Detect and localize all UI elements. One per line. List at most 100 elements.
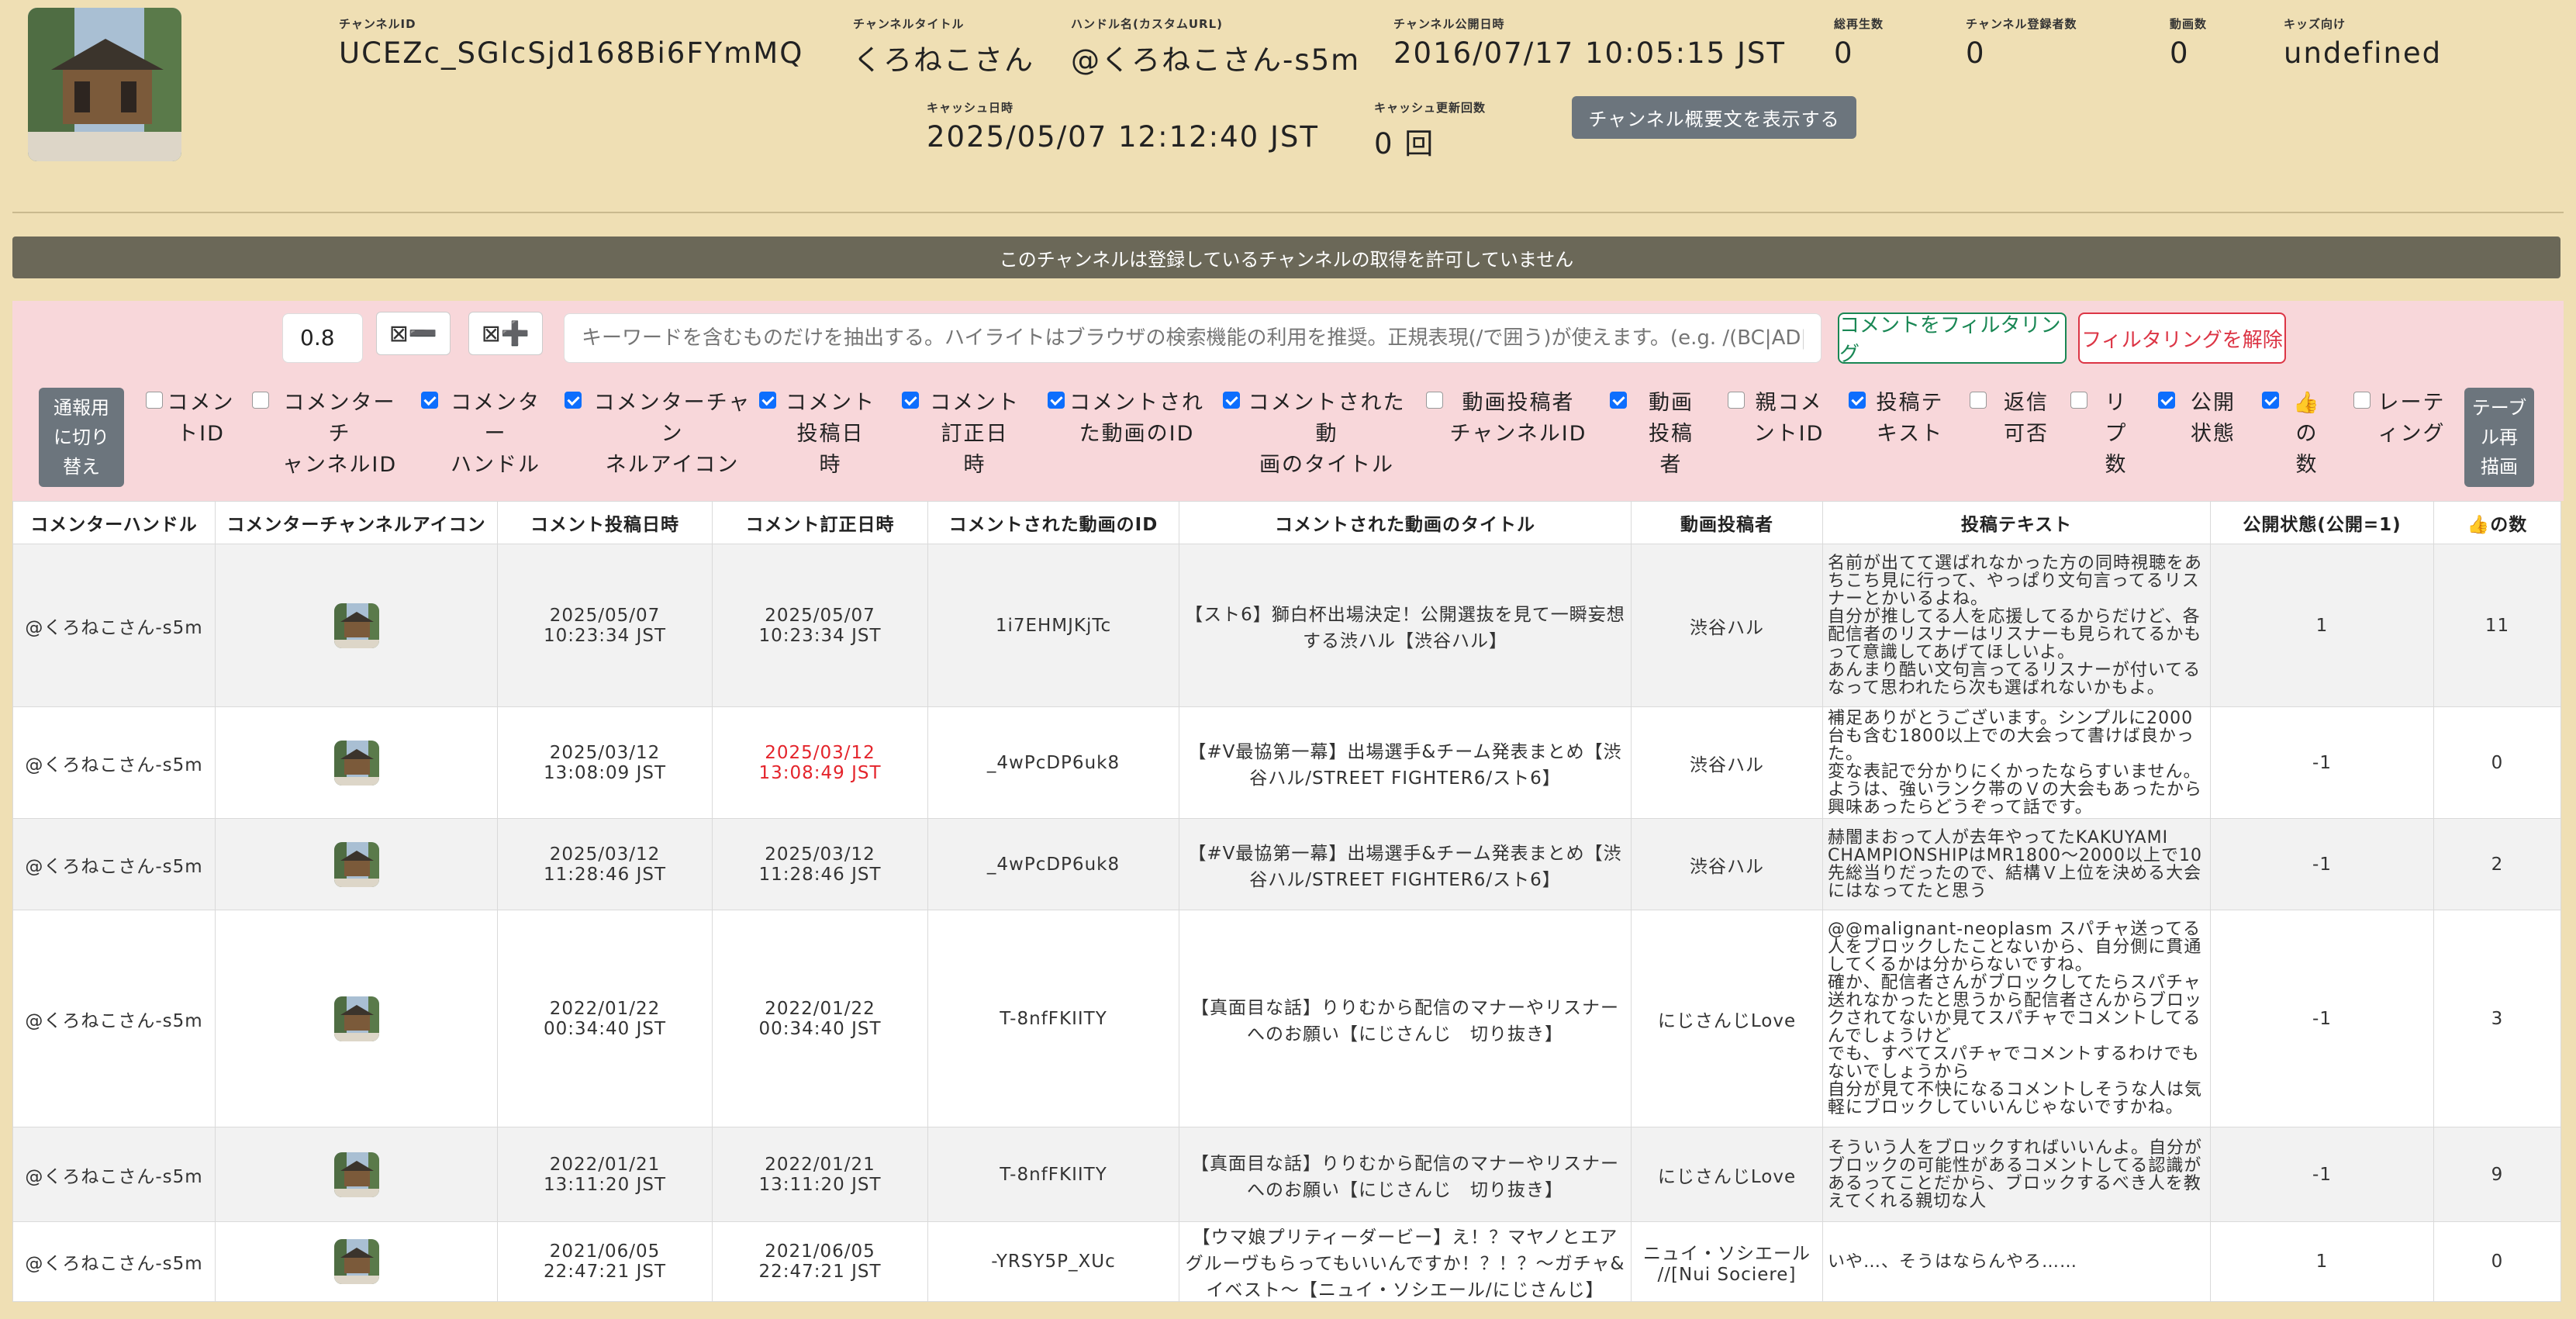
clear-filter-button[interactable]: フィルタリングを解除 [2078,312,2286,364]
cell-icon [215,1221,498,1302]
column-label-video-id: コメントされ た動画のID [1069,391,1204,446]
cell-status: 1 [2210,544,2434,707]
column-checkbox-parent-id[interactable] [1728,392,1745,409]
header-commenter-handle[interactable]: コメンターハンドル [12,501,216,544]
zoom-in-button[interactable]: ⊠➕ [468,312,543,355]
channel-title-label: チャンネルタイトル [853,17,965,31]
cached-at-field: キャッシュ日時 2025/05/07 12:12:40 JST [927,99,1319,154]
cell-edited-at: 2025/03/12 11:28:46 JST [712,818,928,910]
column-checkbox-text[interactable] [1849,392,1866,409]
cell-uploader: 渋谷ハル [1631,818,1823,910]
header-posted-at[interactable]: コメント投稿日時 [497,501,713,544]
cell-icon [215,1127,498,1222]
cell-posted-at: 2025/03/12 11:28:46 JST [497,818,713,910]
header-uploader[interactable]: 動画投稿者 [1631,501,1823,544]
header-video-title[interactable]: コメントされた動画のタイトル [1179,501,1632,544]
cell-edited-at: 2025/03/12 13:08:49 JST [712,706,928,819]
cell-video-title: 【真面目な話】りりむから配信のマナーやリスナーへのお願い【にじさんじ 切り抜き】 [1179,910,1632,1127]
cell-edited-at: 2021/06/05 22:47:21 JST [712,1221,928,1302]
column-checkbox-likes[interactable] [2262,392,2279,409]
notice-banner: このチャンネルは登録しているチャンネルの取得を許可していません [12,237,2560,278]
column-checkbox-commenter-channel-id[interactable] [252,392,269,409]
commenter-avatar-icon[interactable] [333,996,379,1041]
column-checkbox-reply-count[interactable] [2070,392,2087,409]
cache-updates-label: キャッシュ更新回数 [1374,101,1487,115]
filter-comments-button[interactable]: コメントをフィルタリング [1838,312,2067,366]
column-checkbox-edited-at[interactable] [902,392,919,409]
subscribers-value: 0 [1966,36,1986,70]
column-checkbox-video-title[interactable] [1223,392,1240,409]
column-label-commenter-icon: コメンターチャン ネルアイコン [593,391,751,477]
column-label-reply-allowed: 返信 可否 [2004,391,2049,446]
column-checkbox-status[interactable] [2158,392,2175,409]
keyword-search-input[interactable] [564,313,1822,363]
published-field: チャンネル公開日時 2016/07/17 10:05:15 JST [1393,16,1786,70]
report-mode-toggle-button[interactable]: 通報用 に切り 替え [39,388,124,487]
zoom-out-button[interactable]: ⊠➖ [376,312,451,355]
cell-video-id: 1i7EHMJKjTc [927,544,1179,707]
column-label-commenter-channel-id: コメンターチ ャンネルID [281,391,398,477]
column-checkbox-rating[interactable] [2353,392,2371,409]
views-label: 総再生数 [1834,17,1884,31]
cell-edited-at: 2022/01/21 13:11:20 JST [712,1127,928,1222]
show-description-button[interactable]: チャンネル概要文を表示する [1572,96,1856,139]
column-checkbox-commenter-handle[interactable] [421,392,438,409]
published-label: チャンネル公開日時 [1393,17,1505,31]
published-value: 2016/07/17 10:05:15 JST [1393,36,1786,70]
column-checkbox-uploader[interactable] [1610,392,1627,409]
videos-value: 0 [2170,36,2190,70]
cell-status: -1 [2210,1127,2434,1222]
cell-text: いや…、そうはならんやろ…… [1822,1221,2211,1302]
column-label-rating: レーテ ィング [2377,391,2446,446]
cell-icon [215,706,498,819]
commenter-avatar-icon[interactable] [333,740,379,786]
column-checkbox-uploader-channel-id[interactable] [1426,392,1443,409]
cell-video-title: 【ウマ娘プリティーダービー】え！？マヤノとエアグルーヴもらってもいいんですか！？… [1179,1221,1632,1302]
cell-uploader: 渋谷ハル [1631,706,1823,819]
column-checkbox-commenter-icon[interactable] [565,392,582,409]
header-video-id[interactable]: コメントされた動画のID [927,501,1179,544]
videos-label: 動画数 [2170,17,2208,31]
column-checkbox-reply-allowed[interactable] [1970,392,1987,409]
handle-field: ハンドル名(カスタムURL) @くろねこさん-s5m [1071,16,1360,78]
column-label-comment-id: コメン トID [167,391,235,446]
header-commenter-icon[interactable]: コメンターチャンネルアイコン [215,501,498,544]
rerender-table-button[interactable]: テーブ ル再 描画 [2464,388,2534,487]
commenter-avatar-icon[interactable] [333,1239,379,1284]
cell-text: 赫闇まおって人が去年やってたKAKUYAMI CHAMPIONSHIPはMR18… [1822,818,2211,910]
cell-posted-at: 2025/03/12 13:08:09 JST [497,706,713,819]
handle-label: ハンドル名(カスタムURL) [1071,17,1224,31]
cell-video-title: 【真面目な話】りりむから配信のマナーやリスナーへのお願い【にじさんじ 切り抜き】 [1179,1127,1632,1222]
cell-uploader: 渋谷ハル [1631,544,1823,707]
header-edited-at[interactable]: コメント訂正日時 [712,501,928,544]
commenter-avatar-icon[interactable] [333,841,379,887]
commenter-avatar-icon[interactable] [333,1152,379,1197]
column-checkbox-posted-at[interactable] [759,392,776,409]
cell-icon [215,910,498,1127]
header-status[interactable]: 公開状態(公開=1) [2210,501,2434,544]
table-row: @くろねこさん-s5m 2021/06/05 22:47:21 JST 2021… [12,1221,2561,1302]
column-label-status: 公開 状態 [2191,391,2236,446]
cache-updates-value: 0 回 [1374,127,1435,161]
cell-video-id: _4wPcDP6uk8 [927,706,1179,819]
column-label-commenter-handle: コメンター ハンドル [451,391,540,477]
cell-posted-at: 2025/05/07 10:23:34 JST [497,544,713,707]
cell-icon [215,544,498,707]
cell-posted-at: 2022/01/22 00:34:40 JST [497,910,713,1127]
cell-status: -1 [2210,910,2434,1127]
cell-text: 名前が出てて選ばれなかった方の同時視聴をあちこち見に行って、やっぱり文句言ってる… [1822,544,2211,707]
column-label-edited-at: コメント 訂正日 時 [930,391,1020,477]
kids-field: キッズ向け undefined [2284,16,2442,70]
column-checkbox-comment-id[interactable] [146,392,163,409]
column-checkbox-video-id[interactable] [1048,392,1065,409]
table-row: @くろねこさん-s5m 2025/03/12 11:28:46 JST 2025… [12,818,2561,910]
commenter-avatar-icon[interactable] [333,603,379,648]
subscribers-label: チャンネル登録者数 [1966,17,2077,31]
kids-value: undefined [2284,36,2443,70]
header-likes[interactable]: 👍の数 [2433,501,2561,544]
cell-handle: @くろねこさん-s5m [12,706,216,819]
cache-updates-field: キャッシュ更新回数 0 回 [1374,99,1486,162]
zoom-input[interactable]: 0.8 [282,313,363,363]
cell-icon [215,818,498,910]
header-text[interactable]: 投稿テキスト [1822,501,2211,544]
